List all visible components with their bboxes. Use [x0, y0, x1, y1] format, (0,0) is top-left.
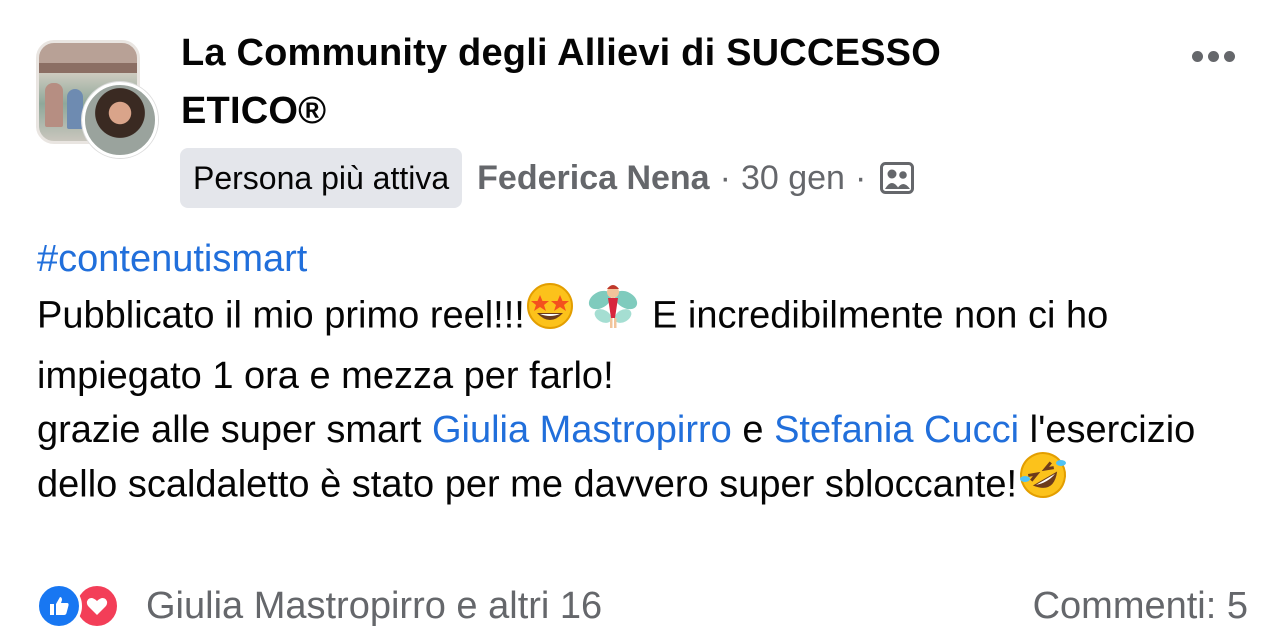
post-text: grazie alle super smart [37, 409, 432, 451]
hashtag-link[interactable]: #contenutismart [37, 238, 307, 280]
meta-separator: · [719, 158, 731, 197]
like-icon [36, 583, 82, 629]
meta-separator: · [854, 158, 867, 197]
post-meta: Persona più attiva Federica Nena · 30 ge… [180, 148, 915, 208]
mention-link[interactable]: Giulia Mastropirro [432, 409, 732, 451]
post-line: Pubblicato il mio primo reel!!! E incred… [37, 283, 1252, 403]
mention-link[interactable]: Stefania Cucci [774, 409, 1019, 451]
reactions-bar: Giulia Mastropirro e altri 16 Commenti: … [36, 580, 1248, 632]
post-text: e [731, 409, 775, 451]
post-line: grazie alle super smart Giulia Mastropir… [37, 403, 1252, 516]
group-banner-strip [39, 63, 137, 73]
post-date[interactable]: 30 gen [741, 159, 845, 198]
rolling-laughing-emoji-icon [1017, 449, 1069, 516]
author-avatar[interactable] [82, 82, 158, 158]
dot [1224, 50, 1235, 62]
group-title[interactable]: La Community degli Allievi di SUCCESSO E… [181, 24, 1081, 140]
fairy-emoji-icon [585, 278, 641, 349]
reaction-icons[interactable] [36, 583, 136, 629]
more-options-icon[interactable] [1192, 44, 1244, 68]
group-photo-figure [67, 89, 83, 129]
post-body: #contenutismart Pubblicato il mio primo … [37, 232, 1252, 516]
post-text: Pubblicato il mio primo reel!!! [37, 294, 525, 337]
top-contributor-badge[interactable]: Persona più attiva [180, 148, 463, 208]
author-name[interactable]: Federica Nena [477, 159, 709, 198]
post-avatar[interactable] [36, 40, 158, 160]
group-photo-figure [45, 83, 63, 127]
dot [1208, 50, 1219, 62]
dot [1192, 50, 1203, 62]
comments-count[interactable]: Commenti: 5 [1033, 580, 1248, 632]
star-struck-emoji-icon [525, 281, 575, 346]
group-members-icon [880, 162, 915, 194]
reactions-summary[interactable]: Giulia Mastropirro e altri 16 [146, 585, 602, 628]
